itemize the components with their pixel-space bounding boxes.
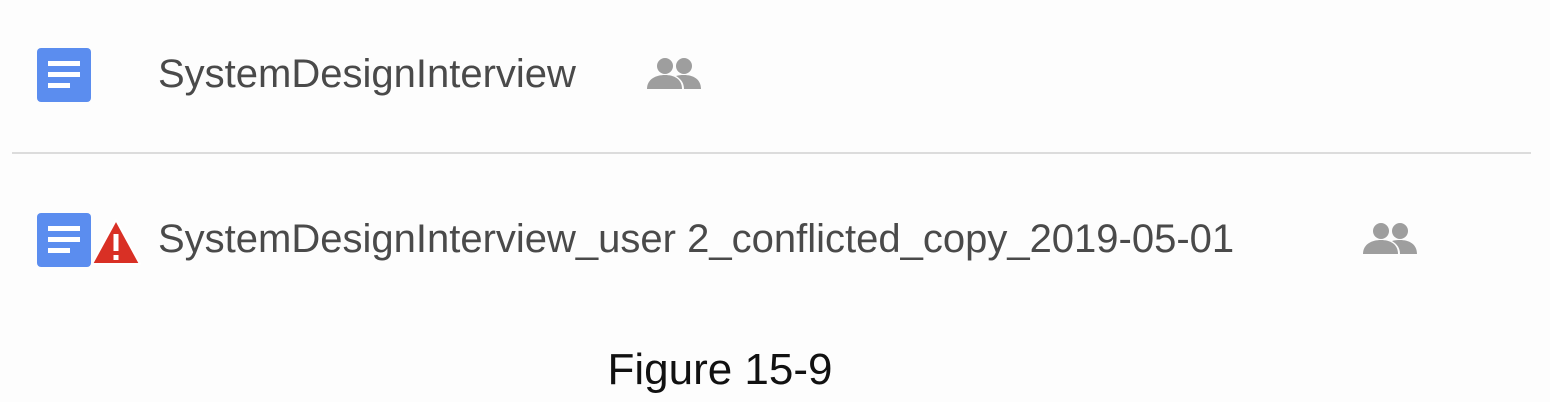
warning-triangle-icon bbox=[91, 219, 141, 265]
row-divider bbox=[12, 152, 1531, 154]
file-row[interactable]: SystemDesignInterview bbox=[0, 35, 1550, 115]
file-name[interactable]: SystemDesignInterview_user 2_conflicted_… bbox=[158, 215, 1234, 263]
people-icon bbox=[1363, 223, 1417, 254]
google-docs-icon bbox=[37, 48, 91, 102]
people-icon bbox=[647, 58, 701, 89]
file-name[interactable]: SystemDesignInterview bbox=[158, 50, 576, 98]
figure-caption: Figure 15-9 bbox=[607, 345, 833, 394]
file-row-conflicted[interactable]: SystemDesignInterview_user 2_conflicted_… bbox=[0, 200, 1550, 280]
google-docs-icon bbox=[37, 213, 91, 267]
file-list-page: SystemDesignInterview SystemDesignInterv… bbox=[0, 0, 1550, 402]
